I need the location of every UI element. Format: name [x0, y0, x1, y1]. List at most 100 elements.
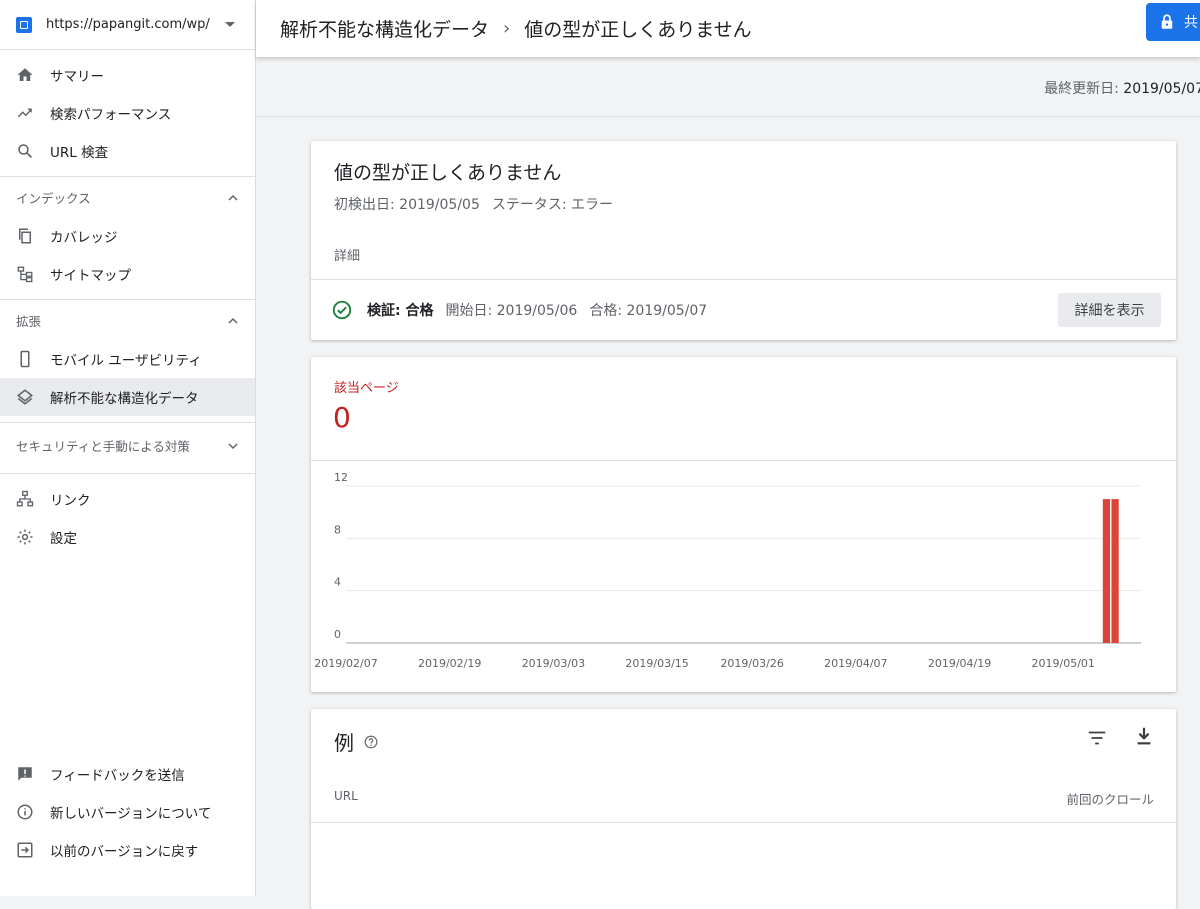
x-tick-label: 2019/03/15	[625, 657, 688, 670]
chevron-right-icon: ›	[503, 18, 511, 39]
nav-group-main: サマリー 検索パフォーマンス URL 検査	[0, 50, 255, 177]
x-tick-label: 2019/02/19	[418, 657, 481, 670]
x-tick-label: 2019/03/26	[720, 657, 783, 670]
help-icon[interactable]	[364, 735, 378, 749]
sidebar-item-new-version[interactable]: 新しいバージョンについて	[0, 793, 255, 831]
sidebar-item-old-version[interactable]: 以前のバージョンに戻す	[0, 831, 255, 869]
validation-row: 検証: 合格 開始日: 2019/05/06 合格: 2019/05/07	[331, 299, 719, 321]
page-title: 値の型が正しくありません	[524, 19, 752, 41]
y-tick-label: 4	[334, 576, 341, 589]
links-icon	[16, 490, 34, 508]
filter-icon[interactable]	[1086, 727, 1108, 749]
search-icon	[16, 142, 34, 160]
phone-icon	[16, 350, 34, 368]
sidebar-item-label: サマリー	[50, 69, 104, 85]
section-title: 拡張	[16, 314, 42, 329]
lock-icon	[1161, 14, 1173, 29]
exit-icon	[16, 841, 34, 859]
home-icon	[16, 66, 34, 84]
sidebar-item-settings[interactable]: 設定	[0, 518, 255, 556]
affected-pages-chart: 0 4 8 12 2019/02/07 2019/02/19 2019/03/03 2019/…	[314, 471, 1141, 670]
sidebar-item-label: URL 検査	[50, 145, 109, 161]
sidebar-footer: フィードバックを送信 新しいバージョンについて 以前のバージョンに戻す	[0, 755, 255, 869]
chevron-down-icon	[228, 443, 238, 450]
examples-title: 例	[334, 731, 354, 755]
y-tick-label: 0	[334, 628, 341, 641]
section-header-enhancements[interactable]: 拡張	[0, 300, 255, 340]
column-header-url[interactable]: URL	[334, 789, 358, 803]
last-updated-label: 最終更新日:	[1044, 81, 1119, 97]
sidebar-item-label: 解析不能な構造化データ	[50, 391, 199, 407]
nav-group-other: リンク 設定	[0, 474, 255, 562]
y-tick-label: 12	[334, 471, 348, 484]
sidebar-item-label: 検索パフォーマンス	[50, 107, 172, 123]
trending-icon	[16, 104, 34, 122]
validation-passed: 合格: 2019/05/07	[589, 303, 708, 319]
column-header-last-crawl[interactable]: 前回のクロール	[1066, 789, 1154, 808]
sidebar-item-mobile-usability[interactable]: モバイル ユーザビリティ	[0, 340, 255, 378]
divider	[311, 279, 1176, 280]
sidebar-item-summary[interactable]: サマリー	[0, 56, 255, 94]
property-url: https://papangit.com/wp/	[46, 17, 210, 32]
sidebar-item-sitemap[interactable]: サイトマップ	[0, 255, 255, 293]
last-updated-date: 2019/05/07	[1123, 81, 1200, 97]
first-detected: 初検出日: 2019/05/05	[334, 197, 480, 213]
last-updated-bar: 最終更新日: 2019/05/07	[256, 57, 1200, 117]
section-header-index[interactable]: インデックス	[0, 177, 255, 217]
sitemap-icon	[16, 265, 34, 283]
share-button[interactable]: 共	[1146, 3, 1200, 41]
last-updated-text: 最終更新日: 2019/05/07	[1044, 78, 1200, 98]
sidebar: https://papangit.com/wp/ サマリー 検索パフォーマンス …	[0, 0, 256, 896]
nav-group-security: セキュリティと手動による対策	[0, 423, 255, 474]
x-tick-label: 2019/04/19	[928, 657, 991, 670]
details-heading: 詳細	[334, 249, 361, 264]
issue-meta: 初検出日: 2019/05/05 ステータス: エラー	[334, 194, 625, 214]
property-icon	[16, 16, 32, 33]
sidebar-item-feedback[interactable]: フィードバックを送信	[0, 755, 255, 793]
sidebar-item-unparsable-structured-data[interactable]: 解析不能な構造化データ	[0, 378, 255, 416]
chevron-up-icon	[228, 317, 238, 324]
issue-summary-card: 値の型が正しくありません 初検出日: 2019/05/05 ステータス: エラー …	[311, 141, 1176, 340]
property-selector[interactable]: https://papangit.com/wp/	[0, 0, 255, 50]
check-circle-icon	[332, 300, 352, 320]
bar	[1111, 499, 1119, 643]
nav-group-enhancements: 拡張 モバイル ユーザビリティ 解析不能な構造化データ	[0, 300, 255, 423]
examples-title-row: 例	[334, 727, 378, 756]
breadcrumb-parent[interactable]: 解析不能な構造化データ	[280, 15, 489, 42]
issue-status: ステータス: エラー	[491, 197, 614, 213]
examples-card: 例 URL 前回のクロール	[311, 709, 1176, 909]
sidebar-item-label: カバレッジ	[50, 230, 118, 246]
sidebar-item-label: リンク	[50, 493, 91, 509]
section-header-security[interactable]: セキュリティと手動による対策	[0, 423, 255, 473]
gear-icon	[16, 528, 34, 546]
affected-pages-count: 0	[333, 401, 351, 434]
sidebar-item-coverage[interactable]: カバレッジ	[0, 217, 255, 255]
issue-title: 値の型が正しくありません	[334, 162, 562, 184]
section-title: インデックス	[16, 191, 91, 206]
divider	[311, 822, 1176, 823]
chevron-up-icon	[228, 194, 238, 201]
x-tick-label: 2019/03/03	[522, 657, 585, 670]
affected-pages-label: 該当ページ	[334, 381, 399, 396]
sidebar-item-label: サイトマップ	[50, 268, 131, 284]
sidebar-item-label: フィードバックを送信	[50, 768, 185, 784]
download-icon[interactable]	[1133, 725, 1155, 747]
sidebar-item-label: モバイル ユーザビリティ	[50, 353, 202, 369]
x-tick-label: 2019/02/07	[314, 657, 377, 670]
bar	[1102, 499, 1111, 643]
info-icon	[16, 803, 34, 821]
sidebar-item-links[interactable]: リンク	[0, 480, 255, 518]
sidebar-item-label: 以前のバージョンに戻す	[50, 844, 199, 860]
section-title: セキュリティと手動による対策	[16, 439, 190, 454]
x-tick-label: 2019/04/07	[824, 657, 887, 670]
x-tick-label: 2019/05/01	[1032, 657, 1095, 670]
layers-icon	[16, 388, 34, 406]
sidebar-item-url-inspection[interactable]: URL 検査	[0, 132, 255, 170]
sidebar-item-label: 設定	[50, 531, 77, 547]
copy-icon	[16, 227, 34, 245]
y-tick-label: 8	[334, 523, 341, 536]
see-details-button[interactable]: 詳細を表示	[1058, 293, 1161, 327]
validation-status: 検証: 合格	[367, 303, 434, 319]
sidebar-item-label: 新しいバージョンについて	[50, 806, 212, 822]
sidebar-item-performance[interactable]: 検索パフォーマンス	[0, 94, 255, 132]
